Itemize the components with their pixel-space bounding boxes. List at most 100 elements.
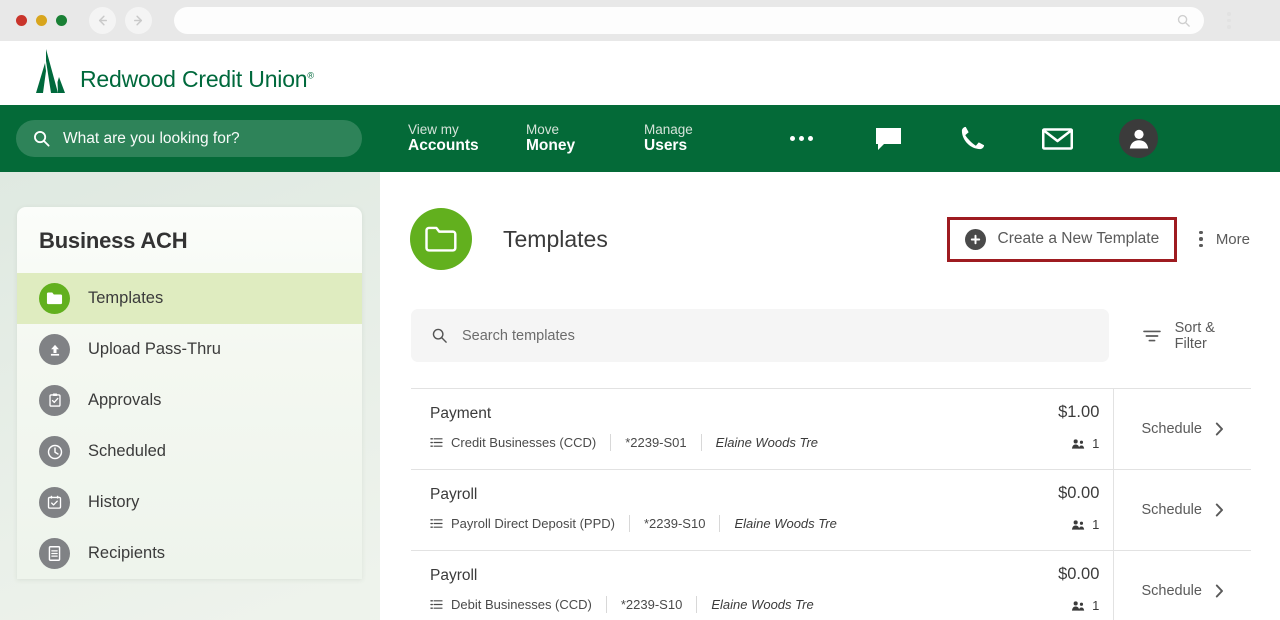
template-meta: Debit Businesses (CCD) *2239-S10 Elaine …	[430, 596, 1099, 613]
close-window-button[interactable]	[16, 15, 27, 26]
template-amount-cell: $1.00 1	[1058, 389, 1113, 469]
template-meta: Credit Businesses (CCD) *2239-S01 Elaine…	[430, 434, 1099, 451]
browser-toolbar	[0, 0, 1280, 41]
template-type-label: Debit Businesses (CCD)	[451, 597, 592, 612]
nav-item-manage-users-top: Manage	[644, 121, 693, 137]
search-filter-row: Search templates Sort & Filter	[411, 309, 1251, 362]
folder-icon	[39, 283, 70, 314]
browser-menu-button[interactable]	[1218, 7, 1240, 34]
template-owner: Elaine Woods Tre	[711, 597, 814, 612]
nav-item-accounts-bottom: Accounts	[408, 137, 479, 155]
sidebar-item-recipients[interactable]: Recipients	[17, 528, 362, 579]
sidebar-item-templates[interactable]: Templates	[17, 273, 362, 324]
sidebar-item-recipients-label: Recipients	[88, 544, 166, 562]
chat-button[interactable]	[874, 126, 903, 152]
window-controls	[16, 15, 67, 26]
meta-divider	[696, 596, 698, 613]
chevron-right-icon	[1215, 584, 1223, 598]
sidebar-title: Business ACH	[39, 228, 188, 253]
page-header: Templates Create a New Template More	[410, 207, 1250, 271]
user-avatar-button[interactable]	[1119, 119, 1158, 158]
list-icon	[430, 599, 443, 610]
upload-icon	[39, 334, 70, 365]
maximize-window-button[interactable]	[56, 15, 67, 26]
brand-name: Redwood Credit Union	[80, 66, 308, 92]
template-account: *2239-S01	[625, 435, 687, 450]
nav-item-move-money-bottom: Money	[526, 137, 576, 155]
schedule-button[interactable]: Schedule	[1113, 551, 1251, 620]
template-type-label: Payroll Direct Deposit (PPD)	[451, 516, 615, 531]
sort-and-filter-label: Sort & Filter	[1174, 319, 1215, 352]
meta-divider	[610, 434, 612, 451]
sidebar-item-history[interactable]: History	[17, 477, 362, 528]
schedule-label: Schedule	[1141, 421, 1202, 437]
page-title: Templates	[503, 225, 608, 252]
minimize-window-button[interactable]	[36, 15, 47, 26]
schedule-button[interactable]: Schedule	[1113, 470, 1251, 550]
browser-nav-buttons	[89, 7, 152, 34]
sidebar-item-approvals[interactable]: Approvals	[17, 375, 362, 426]
search-icon	[34, 131, 50, 147]
template-name: Payment	[430, 405, 492, 422]
template-meta: Payroll Direct Deposit (PPD) *2239-S10 E…	[430, 515, 1099, 532]
meta-divider	[629, 515, 630, 532]
search-icon	[1177, 14, 1190, 27]
create-new-template-button[interactable]: Create a New Template	[946, 216, 1178, 262]
nav-more-button[interactable]	[780, 119, 822, 159]
primary-navigation: What are you looking for? View my Accoun…	[0, 105, 1280, 172]
template-type: Payroll Direct Deposit (PPD)	[430, 516, 615, 531]
page-folder-icon	[410, 208, 472, 270]
chevron-right-icon	[1215, 503, 1223, 517]
sidebar-item-upload-pass-thru[interactable]: Upload Pass-Thru	[17, 324, 362, 375]
sidebar-item-upload-pass-thru-label: Upload Pass-Thru	[88, 340, 221, 358]
global-search-placeholder: What are you looking for?	[63, 129, 240, 147]
url-bar[interactable]	[174, 7, 1204, 34]
forward-button[interactable]	[125, 7, 152, 34]
list-icon	[430, 437, 443, 448]
vertical-dots-icon	[1199, 230, 1203, 248]
nav-item-move-money[interactable]: Move Money	[526, 122, 644, 155]
template-name: Payroll	[430, 567, 478, 584]
nav-utility-icons	[874, 125, 1073, 152]
chat-icon	[876, 127, 901, 150]
template-type: Credit Businesses (CCD)	[430, 435, 596, 450]
plus-circle-icon	[964, 228, 986, 250]
redwood-tree-logo	[36, 49, 65, 93]
schedule-button[interactable]: Schedule	[1113, 389, 1251, 469]
schedule-label: Schedule	[1141, 502, 1202, 518]
search-templates-input[interactable]: Search templates	[411, 309, 1109, 362]
app-root: Redwood Credit Union® What are you looki…	[0, 0, 1280, 620]
template-owner: Elaine Woods Tre	[715, 435, 819, 450]
nav-item-move-money-top: Move	[526, 121, 560, 137]
calendar-check-icon	[39, 487, 70, 518]
template-details: Payment Credit Businesses (CCD) *2239-S0…	[411, 389, 1099, 469]
phone-icon	[961, 126, 985, 150]
table-row[interactable]: Payment Credit Businesses (CCD) *2239-S0…	[411, 388, 1251, 469]
phone-button[interactable]	[959, 125, 986, 152]
nav-item-manage-users-bottom: Users	[644, 137, 688, 155]
global-search-input[interactable]: What are you looking for?	[16, 120, 362, 157]
sidebar-item-scheduled[interactable]: Scheduled	[17, 426, 362, 477]
sidebar-item-approvals-label: Approvals	[88, 391, 162, 409]
clipboard-check-icon	[39, 385, 70, 416]
back-button[interactable]	[89, 7, 116, 34]
sidebar: Business ACH Templates Upload Pass-Thru	[17, 207, 362, 579]
arrow-right-icon	[134, 15, 143, 26]
template-type-label: Credit Businesses (CCD)	[451, 435, 597, 450]
more-menu-label: More	[1215, 230, 1250, 248]
more-menu-button[interactable]: More	[1199, 231, 1250, 248]
mail-icon	[1042, 127, 1073, 150]
brand-logo[interactable]: Redwood Credit Union®	[32, 49, 314, 97]
template-details: Payroll Payroll Direct Deposit (PPD) *22…	[411, 470, 1099, 550]
sidebar-item-scheduled-label: Scheduled	[88, 442, 166, 460]
mail-button[interactable]	[1042, 127, 1073, 151]
arrow-left-icon	[98, 15, 107, 26]
list-document-icon	[39, 538, 70, 569]
nav-item-accounts[interactable]: View my Accounts	[408, 122, 526, 155]
table-row[interactable]: Payroll Debit Businesses (CCD) *2239-S10	[411, 550, 1251, 620]
table-row[interactable]: Payroll Payroll Direct Deposit (PPD) *22…	[411, 469, 1251, 550]
template-account: *2239-S10	[620, 597, 683, 612]
nav-item-manage-users[interactable]: Manage Users	[644, 122, 762, 155]
brand-header: Redwood Credit Union®	[0, 41, 1280, 105]
sort-and-filter-button[interactable]: Sort & Filter	[1142, 320, 1251, 352]
